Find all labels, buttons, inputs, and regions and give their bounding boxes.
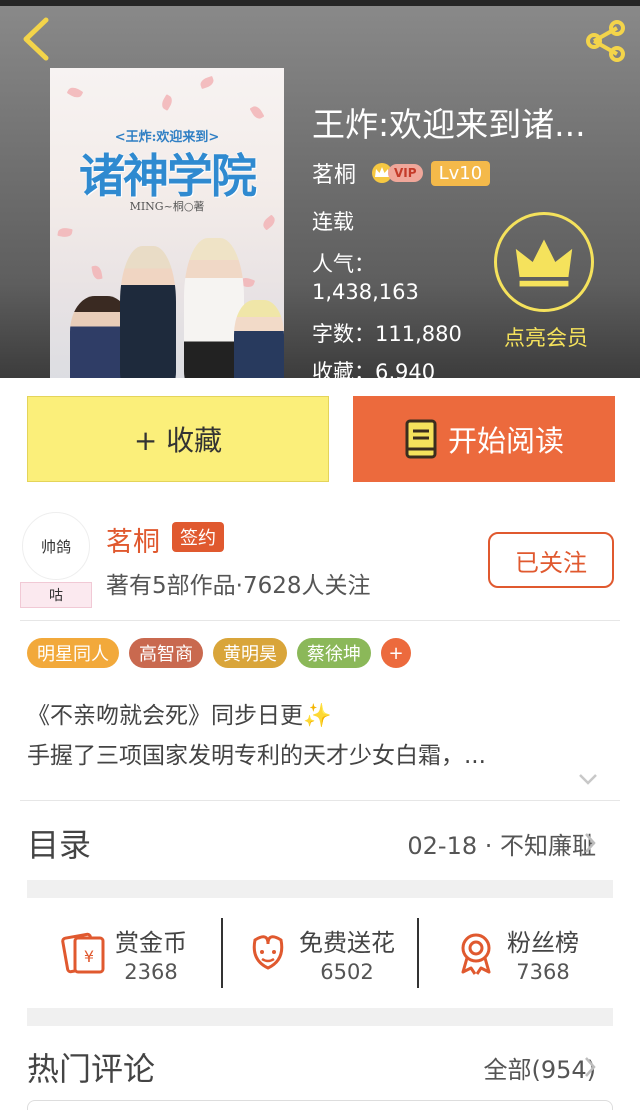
svg-text:¥: ¥ xyxy=(84,947,94,966)
author-name[interactable]: 茗桐 xyxy=(312,157,356,189)
free-flower-value: 6502 xyxy=(320,959,374,984)
section-gap xyxy=(27,1008,613,1026)
fan-rank-cell[interactable]: 粉丝榜 7368 xyxy=(417,918,613,988)
author-meta: 著有5部作品·7628人关注 xyxy=(106,573,371,599)
start-reading-button[interactable]: 开始阅读 xyxy=(353,396,615,482)
stats-row: ¥ 赏金币 2368 免费送花 6502 粉丝榜 7368 xyxy=(27,898,613,1008)
expand-chevron-icon[interactable] xyxy=(578,772,598,786)
latest-chapter[interactable]: 02-18 · 不知廉耻 xyxy=(407,826,596,861)
free-flower-cell[interactable]: 免费送花 6502 xyxy=(221,918,417,988)
level-badge: Lv10 xyxy=(430,160,491,186)
reward-coins-label: 赏金币 xyxy=(115,928,187,957)
chevron-right-icon[interactable] xyxy=(584,1056,596,1078)
all-comments-link[interactable]: 全部(954) xyxy=(483,1050,596,1085)
book-header: <王炸:欢迎来到> 诸神学院 MING~桐○著 王炸:欢迎来到诸... 茗桐 V… xyxy=(0,0,640,378)
divider xyxy=(20,800,620,801)
serial-status: 连载 xyxy=(312,210,354,234)
tag-list: 明星同人 高智商 黄明昊 蔡徐坤 + xyxy=(27,638,411,668)
popularity-value: 1,438,163 xyxy=(312,280,419,304)
tag-pill[interactable]: 高智商 xyxy=(129,638,203,668)
reward-envelope-icon: ¥ xyxy=(61,932,105,974)
share-icon[interactable] xyxy=(580,16,630,66)
tag-pill[interactable]: 明星同人 xyxy=(27,638,119,668)
vip-cta-label[interactable]: 点亮会员 xyxy=(486,322,606,352)
author-avatar[interactable]: 帅鸽 咕 xyxy=(20,512,92,608)
divider xyxy=(20,620,620,621)
vip-label: VIP xyxy=(388,164,423,182)
medal-icon xyxy=(461,933,491,975)
reward-coins-cell[interactable]: ¥ 赏金币 2368 xyxy=(27,918,221,988)
description-line-1: 《不亲吻就会死》同步日更✨ xyxy=(27,703,332,729)
add-tag-button[interactable]: + xyxy=(381,638,411,668)
section-gap xyxy=(27,880,613,898)
fan-rank-value: 7368 xyxy=(516,959,570,984)
cover-title: 诸神学院 xyxy=(79,149,257,203)
avatar-frame-tag: 咕 xyxy=(20,582,92,608)
free-flower-label: 免费送花 xyxy=(299,928,395,957)
popularity-label: 人气： xyxy=(312,252,375,276)
cover-author: MING~桐○著 xyxy=(129,200,205,213)
hot-comments-title: 热门评论 xyxy=(27,1050,156,1088)
author-row: 茗桐 VIP Lv10 xyxy=(312,157,491,189)
flower-icon xyxy=(252,935,284,970)
signed-badge: 签约 xyxy=(172,522,224,552)
vip-badge: VIP xyxy=(370,162,423,184)
follow-label: 已关注 xyxy=(515,548,587,577)
back-chevron-icon[interactable] xyxy=(14,14,58,64)
reward-coins-value: 2368 xyxy=(124,959,178,984)
vip-crown-button[interactable] xyxy=(494,212,594,312)
crown-icon xyxy=(515,239,573,287)
book-cover[interactable]: <王炸:欢迎来到> 诸神学院 MING~桐○著 xyxy=(50,68,284,378)
book-title: 王炸:欢迎来到诸... xyxy=(312,105,586,144)
author-card-name[interactable]: 茗桐 xyxy=(106,520,160,559)
avatar-image: 帅鸽 xyxy=(22,512,90,580)
book-icon xyxy=(405,419,437,459)
fan-rank-label: 粉丝榜 xyxy=(507,928,579,957)
catalog-title[interactable]: 目录 xyxy=(27,820,91,866)
favorite-button[interactable]: + 收藏 xyxy=(27,396,329,482)
comment-card-edge xyxy=(27,1100,613,1110)
favorite-label: + 收藏 xyxy=(133,424,223,457)
tag-pill[interactable]: 蔡徐坤 xyxy=(297,638,371,668)
word-count: 字数：111,880 xyxy=(312,322,462,346)
chevron-right-icon[interactable] xyxy=(584,832,596,854)
follow-button[interactable]: 已关注 xyxy=(488,532,614,588)
favorites-count: 收藏：6,940 xyxy=(312,360,436,378)
description-line-2: 手握了三项国家发明专利的天才少女白霜，... xyxy=(27,743,486,769)
action-bar: + 收藏 开始阅读 xyxy=(0,378,640,496)
start-reading-label: 开始阅读 xyxy=(447,424,564,458)
tag-pill[interactable]: 黄明昊 xyxy=(213,638,287,668)
